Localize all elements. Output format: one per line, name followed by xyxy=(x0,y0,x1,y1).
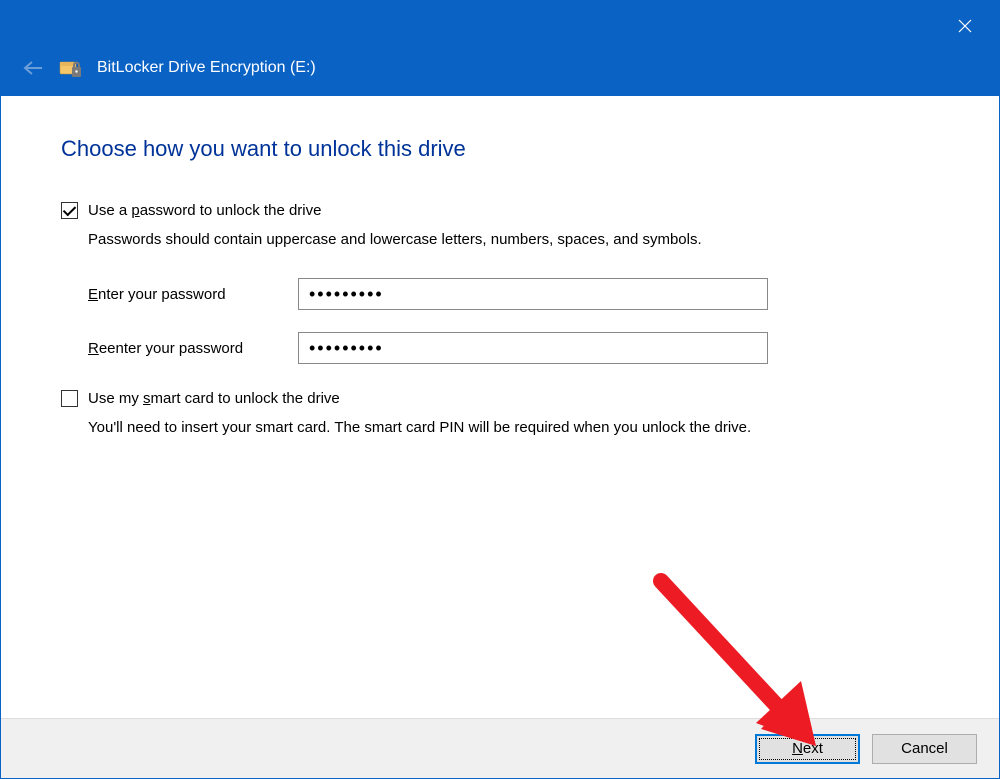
footer: Next Cancel xyxy=(1,718,999,778)
reenter-password-row: Reenter your password xyxy=(88,332,939,364)
bitlocker-wizard-window: BitLocker Drive Encryption (E:) Choose h… xyxy=(0,0,1000,779)
enter-password-field[interactable] xyxy=(298,278,768,310)
use-smartcard-label[interactable]: Use my smart card to unlock the drive xyxy=(88,390,340,407)
use-smartcard-checkbox[interactable] xyxy=(61,390,78,407)
window-title: BitLocker Drive Encryption (E:) xyxy=(97,59,316,77)
titlebar: BitLocker Drive Encryption (E:) xyxy=(1,1,999,96)
smartcard-option-row: Use my smart card to unlock the drive xyxy=(61,390,939,407)
enter-password-row: Enter your password xyxy=(88,278,939,310)
enter-password-label: Enter your password xyxy=(88,286,298,303)
smartcard-hint: You'll need to insert your smart card. T… xyxy=(88,417,939,438)
use-password-label[interactable]: Use a password to unlock the drive xyxy=(88,202,321,219)
next-button[interactable]: Next xyxy=(755,734,860,764)
reenter-password-label: Reenter your password xyxy=(88,340,298,357)
back-button[interactable] xyxy=(21,56,45,80)
password-option-row: Use a password to unlock the drive xyxy=(61,202,939,219)
bitlocker-icon xyxy=(59,58,83,78)
reenter-password-field[interactable] xyxy=(298,332,768,364)
password-hint: Passwords should contain uppercase and l… xyxy=(88,229,939,250)
cancel-button[interactable]: Cancel xyxy=(872,734,977,764)
content-area: Choose how you want to unlock this drive… xyxy=(1,96,999,718)
close-button[interactable] xyxy=(945,11,985,41)
use-password-checkbox[interactable] xyxy=(61,202,78,219)
page-heading: Choose how you want to unlock this drive xyxy=(61,136,939,162)
